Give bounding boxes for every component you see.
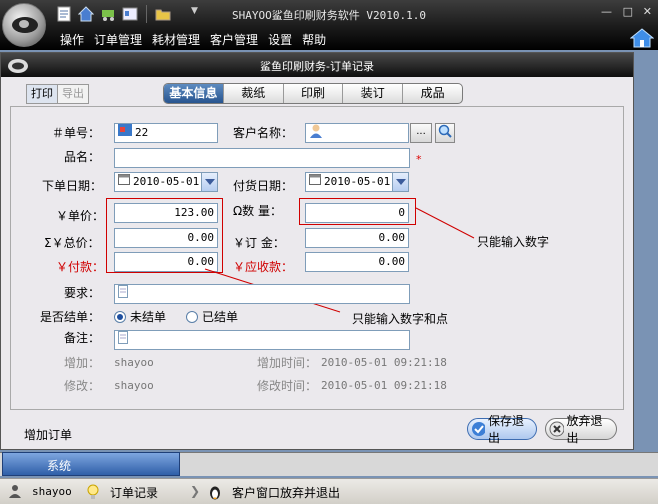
penguin-icon bbox=[208, 484, 222, 503]
status-separator-icon: ❯ bbox=[190, 484, 201, 498]
added-time-label: 增加时间： bbox=[257, 356, 318, 370]
print-tab[interactable]: 打印 bbox=[27, 85, 58, 103]
remark-field[interactable] bbox=[114, 330, 410, 350]
required-marker: * bbox=[416, 153, 422, 166]
quantity-label: Ω数 量： bbox=[233, 204, 282, 218]
close-icon[interactable]: ✕ bbox=[643, 5, 652, 18]
person-icon bbox=[309, 124, 323, 142]
cancel-exit-button[interactable]: 放弃退出 bbox=[545, 414, 617, 445]
numbers-and-dot-note: 只能输入数字和点 bbox=[352, 312, 449, 326]
modified-time-value: 2010-05-01 09:21:18 bbox=[321, 379, 447, 392]
receivable-field[interactable]: 0.00 bbox=[305, 252, 409, 272]
add-order-status-label: 增加订单 bbox=[24, 428, 73, 442]
cart-icon[interactable] bbox=[98, 4, 118, 24]
chevron-down-icon[interactable] bbox=[201, 173, 217, 191]
calendar-icon bbox=[118, 173, 130, 191]
menu-help[interactable]: 帮助 bbox=[302, 31, 326, 48]
radio-dot-checked bbox=[114, 310, 126, 323]
search-icon bbox=[438, 124, 452, 138]
calendar-icon bbox=[309, 173, 321, 191]
subtab-group: 打印 导出 bbox=[26, 84, 89, 104]
radio-settled[interactable]: 已结单 bbox=[186, 308, 238, 325]
paid-label: ￥付款： bbox=[56, 260, 105, 274]
menu-orders[interactable]: 订单管理 bbox=[94, 31, 142, 48]
checkmark-icon bbox=[472, 422, 485, 436]
tab-finished[interactable]: 成品 bbox=[402, 84, 462, 103]
tab-paper-cutting[interactable]: 裁纸 bbox=[222, 84, 283, 103]
customer-search-button[interactable] bbox=[435, 123, 455, 143]
customer-field[interactable] bbox=[305, 123, 409, 143]
deposit-field[interactable]: 0.00 bbox=[305, 228, 409, 248]
added-time-value: 2010-05-01 09:21:18 bbox=[321, 356, 447, 369]
numeric-fields-highlight bbox=[106, 198, 223, 273]
requirement-field[interactable] bbox=[114, 284, 410, 304]
dialog-title: 鲨鱼印刷财务-订单记录 bbox=[260, 60, 374, 73]
menu-settings[interactable]: 设置 bbox=[268, 31, 292, 48]
id-card-icon bbox=[118, 124, 132, 142]
customer-browse-button[interactable]: ... bbox=[410, 123, 432, 143]
app-header: ▼ SHAYOO鲨鱼印刷财务软件 V2010.1.0 — □ ✕ 操作 订单管理… bbox=[0, 0, 658, 50]
menu-materials[interactable]: 耗材管理 bbox=[152, 31, 200, 48]
delivery-date-label: 付货日期： bbox=[233, 179, 294, 193]
minimize-icon[interactable]: — bbox=[601, 5, 612, 18]
notepad-icon bbox=[118, 285, 128, 303]
quantity-highlight bbox=[299, 198, 416, 225]
status-user-icon bbox=[8, 484, 22, 501]
cancel-icon bbox=[549, 421, 564, 437]
home-icon[interactable] bbox=[76, 4, 96, 24]
document-icon[interactable] bbox=[54, 4, 74, 24]
menu-customers[interactable]: 客户管理 bbox=[210, 31, 258, 48]
app-logo-icon[interactable] bbox=[2, 3, 46, 47]
toolbar-separator bbox=[146, 5, 147, 23]
requirement-label: 要求： bbox=[64, 286, 101, 300]
section-tabs: 基本信息 裁纸 印刷 装订 成品 bbox=[163, 83, 463, 104]
status-item-order-record: 订单记录 bbox=[110, 486, 159, 500]
order-no-field[interactable]: 22 bbox=[114, 123, 218, 143]
deposit-label: ￥订 金： bbox=[233, 236, 285, 250]
numbers-only-note: 只能输入数字 bbox=[477, 235, 550, 249]
added-by-value: shayoo bbox=[114, 356, 154, 369]
added-by-label: 增加： bbox=[64, 356, 101, 370]
dialog-titlebar: 鲨鱼印刷财务-订单记录 bbox=[1, 53, 633, 77]
receivable-label: ￥应收款： bbox=[233, 260, 294, 274]
menu-bar: 操作 订单管理 耗材管理 客户管理 设置 帮助 bbox=[60, 31, 326, 48]
total-price-label: Σ￥总价： bbox=[44, 236, 100, 250]
settled-label: 是否结单： bbox=[40, 310, 101, 324]
nav-item-system[interactable]: 系统 bbox=[2, 452, 180, 476]
toolbar-dropdown-icon[interactable]: ▼ bbox=[191, 6, 198, 16]
product-label: 品名： bbox=[64, 150, 101, 164]
product-field[interactable] bbox=[114, 148, 410, 168]
status-bar: shayoo 订单记录 ❯ 客户窗口放弃并退出 bbox=[0, 478, 658, 504]
status-item-customer-window: 客户窗口放弃并退出 bbox=[232, 486, 341, 500]
save-exit-button[interactable]: 保存退出 bbox=[467, 414, 537, 445]
radio-dot bbox=[186, 310, 198, 323]
menu-operate[interactable]: 操作 bbox=[60, 31, 84, 48]
remark-label: 备注： bbox=[64, 331, 101, 345]
modified-time-label: 修改时间： bbox=[257, 379, 318, 393]
unit-price-label: ￥单价： bbox=[56, 209, 105, 223]
order-no-label: ＃单号： bbox=[52, 126, 101, 140]
modified-by-label: 修改： bbox=[64, 379, 101, 393]
chevron-down-icon[interactable] bbox=[392, 173, 408, 191]
tab-binding[interactable]: 装订 bbox=[342, 84, 402, 103]
notepad-icon bbox=[118, 331, 128, 349]
export-tab[interactable]: 导出 bbox=[58, 85, 88, 103]
app-title: SHAYOO鲨鱼印刷财务软件 V2010.1.0 bbox=[232, 9, 426, 22]
status-user: shayoo bbox=[32, 485, 72, 498]
lightbulb-icon bbox=[86, 484, 100, 503]
customer-label: 客户名称： bbox=[233, 126, 294, 140]
order-date-label: 下单日期： bbox=[42, 179, 103, 193]
tab-basic-info[interactable]: 基本信息 bbox=[164, 84, 223, 103]
quick-access-toolbar bbox=[54, 4, 173, 24]
tab-printing[interactable]: 印刷 bbox=[282, 84, 343, 103]
modified-by-value: shayoo bbox=[114, 379, 154, 392]
maximize-icon[interactable]: □ bbox=[623, 5, 633, 18]
folder-icon[interactable] bbox=[153, 4, 173, 24]
radio-unsettled[interactable]: 未结单 bbox=[114, 308, 166, 325]
order-date-picker[interactable]: 2010-05-01 bbox=[114, 172, 218, 192]
card-icon[interactable] bbox=[120, 4, 140, 24]
home-nav-icon[interactable] bbox=[629, 28, 655, 48]
delivery-date-picker[interactable]: 2010-05-01 bbox=[305, 172, 409, 192]
